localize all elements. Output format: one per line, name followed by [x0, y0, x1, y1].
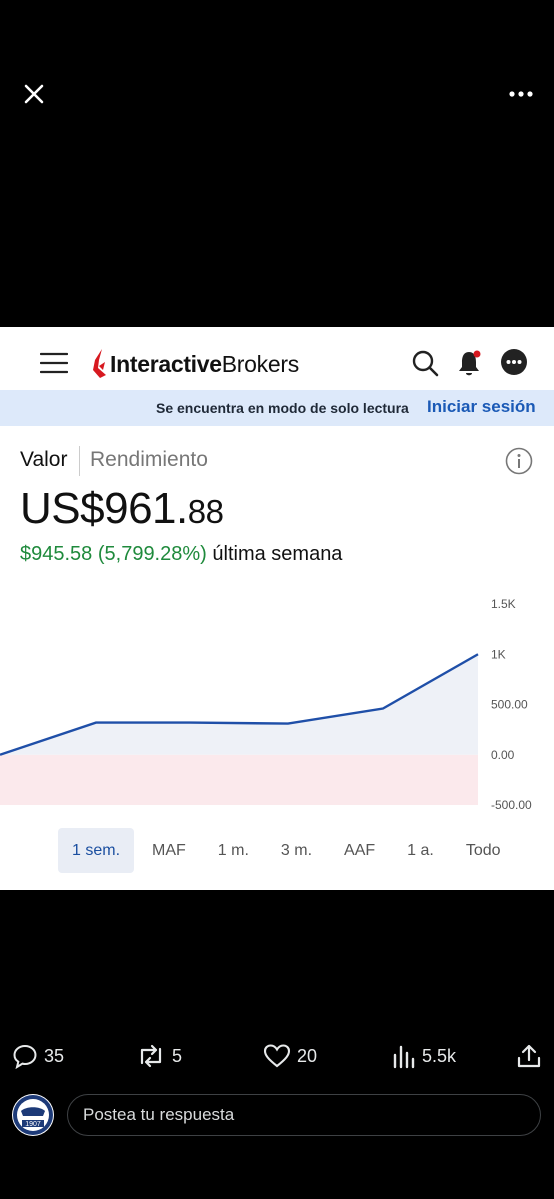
views-action[interactable]: 5.5k	[392, 1042, 456, 1070]
tab-performance[interactable]: Rendimiento	[90, 448, 208, 472]
ib-more-button[interactable]	[500, 348, 528, 376]
close-button[interactable]	[18, 78, 50, 110]
ib-logo-text: InteractiveBrokers	[110, 350, 299, 377]
range-button[interactable]: 1 m.	[204, 828, 263, 873]
hamburger-icon	[39, 352, 69, 374]
user-avatar[interactable]: 1907	[12, 1094, 54, 1136]
share-action[interactable]	[516, 1042, 548, 1070]
range-button[interactable]: Todo	[452, 828, 515, 873]
reply-placeholder: Postea tu respuesta	[83, 1105, 235, 1124]
info-button[interactable]	[505, 447, 533, 475]
search-icon	[412, 350, 439, 377]
range-button[interactable]: 1 a.	[393, 828, 448, 873]
negative-area	[0, 754, 478, 805]
login-link[interactable]: Iniciar sesión	[427, 397, 536, 417]
range-button[interactable]: MAF	[138, 828, 200, 873]
heart-icon	[263, 1044, 291, 1068]
close-icon	[24, 84, 44, 104]
club-crest-icon: 1907	[13, 1095, 53, 1135]
menu-button[interactable]	[39, 352, 69, 374]
value-change: $945.58 (5,799.28%) última semana	[20, 543, 343, 565]
reply-count: 35	[44, 1045, 65, 1066]
range-selector: 1 sem. MAF 1 m. 3 m. AAF 1 a. Todo	[58, 828, 519, 873]
bell-icon	[459, 350, 481, 376]
views-count: 5.5k	[422, 1045, 457, 1066]
repost-action[interactable]: 5	[136, 1042, 182, 1070]
more-circle-icon	[501, 349, 527, 375]
range-button[interactable]: AAF	[330, 828, 389, 873]
repost-count: 5	[172, 1045, 183, 1066]
ib-logo: InteractiveBrokers	[90, 346, 299, 382]
y-tick-label: 500.00	[491, 698, 528, 712]
value-chart: 1.5K 1K 500.00 0.00 -500.00	[0, 597, 532, 812]
like-count: 20	[297, 1045, 318, 1066]
range-button[interactable]: 3 m.	[267, 828, 326, 873]
search-button[interactable]	[410, 348, 440, 378]
readonly-banner-text: Se encuentra en modo de solo lectura	[156, 400, 409, 416]
ib-flame-logo-icon	[93, 349, 106, 378]
comment-icon	[13, 1044, 37, 1069]
reply-action[interactable]: 35	[12, 1042, 64, 1070]
more-options-button[interactable]	[506, 80, 536, 108]
info-icon	[505, 447, 533, 475]
positive-area	[0, 654, 478, 755]
y-tick-label: 1K	[491, 647, 506, 661]
portfolio-value: US$961.88	[20, 484, 224, 533]
tab-value[interactable]: Valor	[20, 448, 67, 472]
notifications-button[interactable]	[456, 348, 484, 378]
y-tick-label: 1.5K	[491, 597, 516, 611]
repost-icon	[140, 1044, 162, 1068]
more-horizontal-icon	[509, 91, 533, 97]
y-tick-label: 0.00	[491, 748, 515, 762]
tab-divider	[79, 446, 80, 476]
share-icon	[517, 1044, 541, 1068]
like-action[interactable]: 20	[263, 1042, 317, 1070]
analytics-icon	[393, 1045, 415, 1069]
y-tick-label: -500.00	[491, 798, 532, 812]
range-button[interactable]: 1 sem.	[58, 828, 135, 873]
avatar-year: 1907	[25, 1121, 41, 1128]
